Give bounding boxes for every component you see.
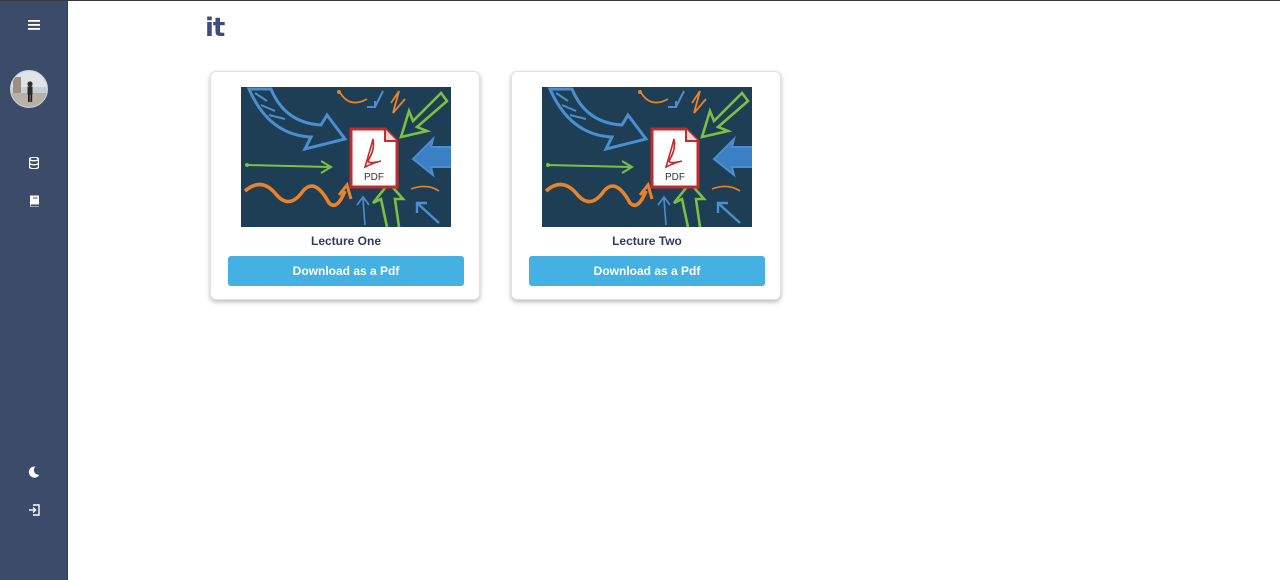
app-frame: it PDF Lecture One Download as a Pdf PDF… bbox=[0, 0, 1280, 580]
pdf-label: PDF bbox=[364, 172, 384, 183]
download-pdf-button[interactable]: Download as a Pdf bbox=[529, 256, 765, 286]
lecture-card: PDF Lecture One Download as a Pdf bbox=[210, 71, 480, 300]
card-title: Lecture One bbox=[310, 234, 382, 248]
moon-icon[interactable] bbox=[22, 460, 46, 484]
pdf-label: PDF bbox=[665, 172, 685, 183]
pdf-thumbnail-image: PDF bbox=[542, 87, 752, 227]
database-icon[interactable] bbox=[22, 151, 46, 175]
sidebar bbox=[0, 1, 68, 580]
hamburger-menu-icon[interactable] bbox=[22, 13, 46, 37]
card-title: Lecture Two bbox=[612, 234, 682, 248]
download-pdf-button[interactable]: Download as a Pdf bbox=[228, 256, 464, 286]
page-title: it bbox=[205, 13, 225, 43]
pdf-thumbnail-image: PDF bbox=[241, 87, 451, 227]
book-icon[interactable] bbox=[22, 189, 46, 213]
logout-icon[interactable] bbox=[22, 498, 46, 522]
lecture-card: PDF Lecture Two Download as a Pdf bbox=[511, 71, 781, 300]
avatar[interactable] bbox=[10, 70, 48, 108]
